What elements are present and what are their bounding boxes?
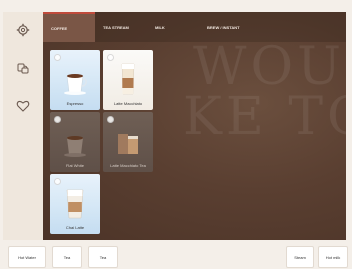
beverage-tile-espresso[interactable]: Espresso [50,50,100,110]
favorite-heart-icon[interactable] [13,96,33,116]
steam-button[interactable]: Steam [286,246,314,268]
latte-glass-icon [121,63,135,95]
tab-brew-instant[interactable]: Brew / Instant [199,12,259,42]
select-indicator-icon [107,116,114,123]
tea-button-1[interactable]: Tea [52,246,82,268]
chai-glass-icon [66,189,84,219]
tea-latte-icon [118,134,138,154]
hot-water-button[interactable]: Hot Water [8,246,46,268]
tab-coffee[interactable]: Coffee [43,12,95,42]
tab-tea-stream[interactable]: Tea Stream [95,12,147,42]
tea-button-2[interactable]: Tea [88,246,118,268]
select-indicator-icon [54,178,61,185]
settings-icon[interactable] [13,20,33,40]
select-indicator-icon [54,54,61,61]
coffee-cup-icon [64,136,86,157]
beverage-tile-chai-latte[interactable]: Chai Latte [50,174,100,234]
coffee-machine-screen: WOUL KE TO Coffee Tea Stream Milk Brew /… [0,0,352,269]
tab-milk[interactable]: Milk [147,12,199,42]
sidebar [3,12,43,240]
espresso-cup-icon [64,74,87,95]
hot-milk-button[interactable]: Hot milk [318,246,348,268]
category-tabs: Coffee Tea Stream Milk Brew / Instant [43,12,346,42]
select-indicator-icon [54,116,61,123]
select-indicator-icon [107,54,114,61]
bottom-bar: Hot Water Tea Tea Steam Hot milk [0,240,352,269]
background-watermark: WOUL KE TO [183,37,346,147]
cups-icon[interactable] [13,58,33,78]
beverage-panel: WOUL KE TO Coffee Tea Stream Milk Brew /… [43,12,346,240]
beverage-tile-latte-macchiato-tea[interactable]: Latte Macchiato Tea [103,112,153,172]
beverage-tile-latte-macchiato[interactable]: Latte Macchiato [103,50,153,110]
beverage-tile-flat-white[interactable]: Flat White [50,112,100,172]
